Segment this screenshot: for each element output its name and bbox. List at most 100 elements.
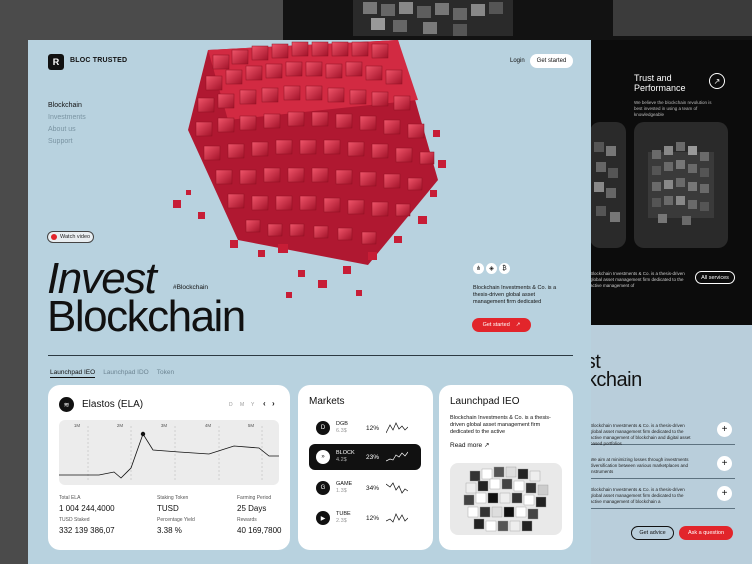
market-row[interactable]: ▶ TUBE 2.3$ 12% <box>309 505 421 531</box>
sparkline <box>386 451 408 462</box>
tab-token[interactable]: Token <box>157 369 174 378</box>
markets-card: Markets D DGB 6.3$ 12% » BLOCK 4.2$ 23% G … <box>298 385 433 550</box>
market-name: BLOCK <box>336 450 355 456</box>
timeframe-year[interactable]: Y <box>251 402 254 408</box>
chart-label: 3M <box>161 423 168 428</box>
arrow-up-right-icon[interactable]: ↗ <box>709 73 725 89</box>
chart-label: 2M <box>117 423 124 428</box>
tube-icon: ▶ <box>316 511 330 525</box>
chevron-left-icon[interactable]: ‹ <box>263 399 266 408</box>
stat-value: 25 Days <box>237 504 267 513</box>
stat-label: Percentage Yield <box>157 517 195 523</box>
trust-performance-panel: Trust and Performance ↗ We believe the b… <box>590 40 752 325</box>
watch-video-button[interactable]: Watch video <box>47 231 94 243</box>
stat-value: 3.38 % <box>157 526 182 535</box>
market-price: 4.2$ <box>336 457 347 463</box>
elastos-title: Elastos (ELA) <box>82 399 144 410</box>
chevron-right-icon[interactable]: › <box>272 399 275 408</box>
get-advice-button[interactable]: Get advice <box>631 526 674 540</box>
stat-label: Farming Period <box>237 495 272 501</box>
arrow-up-right-icon: ↗ <box>515 322 521 328</box>
login-link[interactable]: Login <box>510 58 525 64</box>
stat-label: TUSD Staked <box>59 517 90 523</box>
sparkline <box>386 482 408 494</box>
plus-icon[interactable]: + <box>717 456 732 471</box>
market-price: 2.3$ <box>336 518 347 524</box>
cube-render-top <box>353 0 752 36</box>
stat-label: Staking Token <box>157 495 189 501</box>
logo-icon[interactable]: R <box>48 54 64 70</box>
stat-value: 332 139 386,07 <box>59 526 115 535</box>
cube-image-left <box>590 122 626 248</box>
market-row[interactable]: G GAME 1.3$ 34% <box>309 475 421 501</box>
chart-label: 5M <box>248 423 255 428</box>
hero-description: Blockchain Investments & Co. is a thesis… <box>473 285 557 305</box>
sparkline <box>386 422 408 434</box>
cube-image-right <box>634 122 728 248</box>
tab-launchpad-ido[interactable]: Launchpad IDO <box>103 369 149 378</box>
ask-question-button[interactable]: Ask a question <box>679 526 733 540</box>
background-top-panel <box>283 0 752 40</box>
faq-item[interactable]: Blockchain Investments & Co. is a thesis… <box>590 417 735 446</box>
faq-panel: Invest Blockchain Blockchain Investments… <box>590 325 752 564</box>
stat-label: Rewards <box>237 517 257 523</box>
market-percent: 12% <box>366 424 380 432</box>
stat-value: 40 169,7800 <box>237 526 282 535</box>
market-row[interactable]: D DGB 6.3$ 12% <box>309 415 421 441</box>
launchpad-card: Launchpad IEO Blockchain Investments & C… <box>439 385 573 550</box>
market-price: 6.3$ <box>336 428 347 434</box>
arrow-up-right-icon: ↗ <box>483 442 490 449</box>
plus-icon[interactable]: + <box>717 422 732 437</box>
brand-name[interactable]: BLOC TRUSTED <box>70 57 127 64</box>
read-more-link[interactable]: Read more ↗ <box>450 441 489 449</box>
timeframe-month[interactable]: M <box>240 402 244 408</box>
faq-item-text: We aim at minimizing losses through inve… <box>590 457 689 474</box>
watch-video-label: Watch video <box>60 234 91 240</box>
market-name: GAME <box>336 481 353 487</box>
market-percent: 23% <box>366 453 380 461</box>
market-percent: 34% <box>366 484 380 492</box>
stat-label: Total ELA <box>59 495 81 501</box>
elastos-icon: ≋ <box>59 397 74 412</box>
all-services-button[interactable]: All services <box>695 271 735 284</box>
nav-item-investments[interactable]: Investments <box>48 114 86 121</box>
nav-item-support[interactable]: Support <box>48 138 73 145</box>
red-cube-illustration <box>173 40 446 298</box>
sparkline <box>386 513 408 523</box>
binance-icon: ◈ <box>486 263 497 274</box>
hero-cta-label: Get started <box>482 322 510 328</box>
game-icon: G <box>316 481 330 495</box>
faq-title: Invest Blockchain <box>590 351 642 391</box>
market-price: 1.3$ <box>336 488 347 494</box>
trust-description: We believe the blockchain revolution is … <box>634 100 712 117</box>
nav-item-about-us[interactable]: About us <box>48 126 76 133</box>
play-icon <box>51 234 57 240</box>
launchpad-title: Launchpad IEO <box>450 396 520 407</box>
dgb-icon: D <box>316 421 330 435</box>
launchpad-description: Blockchain Investments & Co. is a thesis… <box>450 415 551 435</box>
hero-get-started-button[interactable]: Get started ↗ <box>472 318 531 332</box>
bitcoin-icon: ₿ <box>499 263 510 274</box>
chart-label: 4M <box>205 423 212 428</box>
divider <box>48 355 573 356</box>
market-name: DGB <box>336 421 348 427</box>
trust-title: Trust and Performance <box>634 73 686 93</box>
chart-label: 1M <box>74 423 81 428</box>
main-landing-card: R BLOC TRUSTED Login Get started Blockch… <box>28 40 591 564</box>
stat-value: 1 004 244,4000 <box>59 504 115 513</box>
stat-value: TUSD <box>157 504 179 513</box>
faq-item[interactable]: Blockchain Investments & Co. is a thesis… <box>590 481 735 509</box>
nav-item-blockchain[interactable]: Blockchain <box>48 102 82 109</box>
plus-icon[interactable]: + <box>717 486 732 501</box>
block-icon: » <box>316 450 330 464</box>
market-row[interactable]: » BLOCK 4.2$ 23% <box>309 444 421 470</box>
markets-title: Markets <box>309 396 345 407</box>
price-chart: 1M 2M 3M 4M 5M <box>59 420 279 485</box>
crypto-icons: ⋔ ◈ ₿ <box>473 263 510 274</box>
faq-item[interactable]: We aim at minimizing losses through inve… <box>590 451 735 479</box>
hero-tag: #Blockchain <box>173 284 209 291</box>
get-started-button[interactable]: Get started <box>530 54 573 68</box>
timeframe-day[interactable]: D <box>229 402 233 408</box>
market-name: TUBE <box>336 511 351 517</box>
tab-launchpad-ieo[interactable]: Launchpad IEO <box>50 369 96 378</box>
